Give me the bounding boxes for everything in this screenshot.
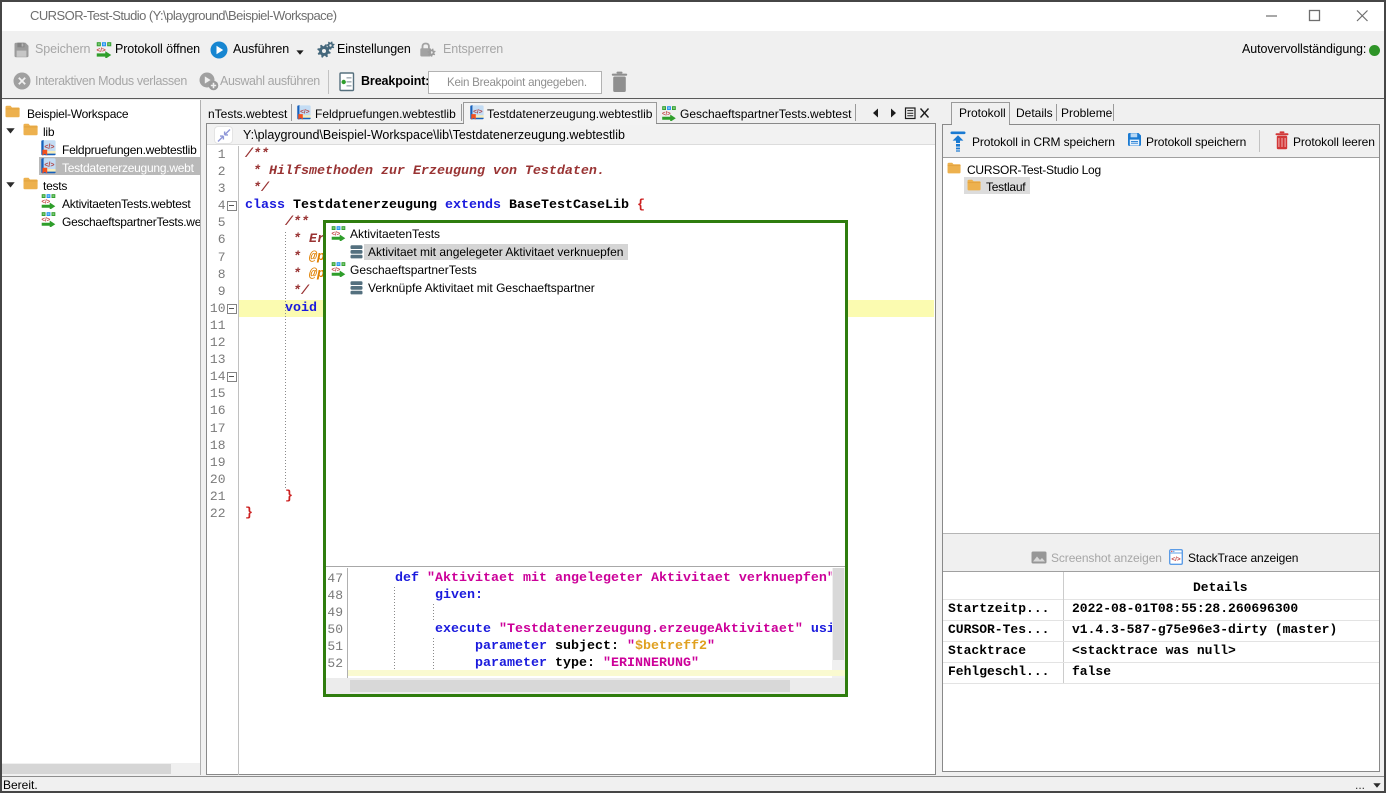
svg-text:</>: </> (332, 231, 341, 237)
svg-text:</>: </> (97, 47, 107, 54)
svg-text:</>: </> (42, 199, 51, 205)
svg-text:</>: </> (1171, 556, 1181, 563)
svg-text:</>: </> (42, 217, 51, 223)
svg-text:</>: </> (662, 111, 671, 117)
svg-text:</>: </> (332, 267, 341, 273)
